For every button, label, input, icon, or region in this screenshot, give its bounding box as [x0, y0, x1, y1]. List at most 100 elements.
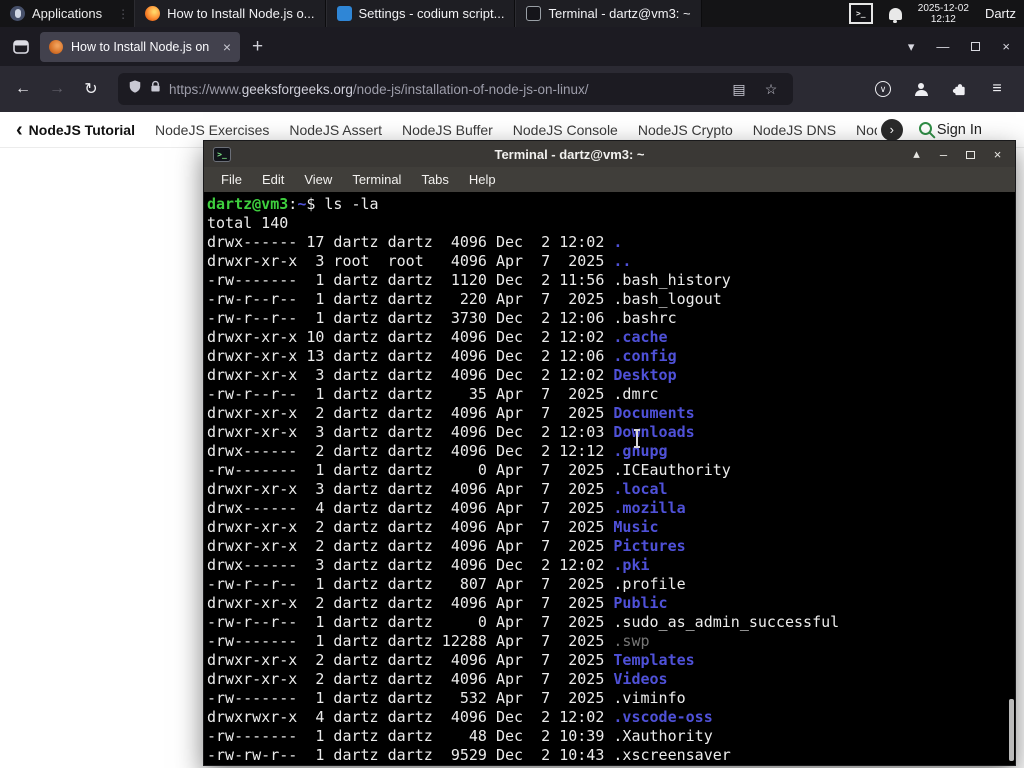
terminal-scrollbar-thumb[interactable]	[1009, 699, 1014, 761]
site-nav-item[interactable]: NodeJS Buffer	[402, 122, 493, 138]
nav-next-circle-icon[interactable]: ›	[880, 118, 903, 141]
tab-close-icon[interactable]: ×	[221, 39, 231, 55]
file-entry-meta: -rw------- 1 dartz dartz 0 Apr 7 2025	[207, 461, 614, 479]
reload-button[interactable]: ↻	[76, 75, 106, 103]
window-close-button[interactable]: ×	[1002, 39, 1010, 54]
terminal-menu-item[interactable]: Edit	[252, 169, 294, 190]
sign-in-button[interactable]: Sign In	[937, 122, 982, 138]
url-protocol: https://www.	[169, 81, 242, 97]
terminal-menu-item[interactable]: View	[294, 169, 342, 190]
file-entry-name: .local	[613, 480, 668, 498]
clock[interactable]: 2025-12-02 12:12	[918, 3, 969, 25]
terminal-menu-item[interactable]: Help	[459, 169, 506, 190]
file-entry-name: .ICEauthority	[613, 461, 731, 479]
taskbar-window-list: How to Install Node.js o... Settings - c…	[134, 0, 702, 27]
file-entry-meta: -rw------- 1 dartz dartz 532 Apr 7 2025	[207, 689, 614, 707]
terminal-menu-item[interactable]: File	[211, 169, 252, 190]
file-entry-meta: -rw-r--r-- 1 dartz dartz 220 Apr 7 2025	[207, 290, 614, 308]
file-entry-name: .viminfo	[613, 689, 686, 707]
file-entry: -rw-r--r-- 1 dartz dartz 807 Apr 7 2025 …	[207, 575, 1015, 594]
file-entry-name: .vscode-oss	[613, 708, 713, 726]
browser-tab[interactable]: How to Install Node.js on ×	[40, 31, 240, 62]
file-entry: drwxr-xr-x 2 dartz dartz 4096 Apr 7 2025…	[207, 537, 1015, 556]
prompt-command: ls -la	[324, 195, 379, 213]
top-panel: Applications ⋮ How to Install Node.js o.…	[0, 0, 1024, 27]
new-tab-button[interactable]: +	[240, 36, 275, 58]
toolbar-right-icons: ∨ ≡	[868, 75, 1016, 103]
site-nav-item[interactable]: NodeJS Crypto	[638, 122, 733, 138]
site-nav-item[interactable]: NodeJS DNS	[753, 122, 836, 138]
file-entry: -rw-r--r-- 1 dartz dartz 3730 Dec 2 12:0…	[207, 309, 1015, 328]
forward-button[interactable]: →	[42, 75, 72, 103]
file-entry-name: .dmrc	[613, 385, 659, 403]
prompt-colon: :	[288, 195, 298, 213]
prompt-user: dartz@vm3	[207, 195, 289, 213]
account-icon[interactable]	[906, 75, 936, 103]
connection-lock-icon[interactable]	[150, 80, 161, 98]
terminal-total-line: total 140	[207, 214, 289, 232]
taskbar-window-button[interactable]: Settings - codium script...	[325, 0, 516, 27]
taskbar-window-button[interactable]: Terminal - dartz@vm3: ~	[515, 0, 702, 27]
terminal-menu-item[interactable]: Tabs	[411, 169, 458, 190]
file-entry-meta: drwx------ 4 dartz dartz 4096 Apr 7 2025	[207, 499, 614, 517]
firefox-view-icon[interactable]	[8, 34, 34, 60]
site-nav-item[interactable]: Node	[856, 122, 877, 138]
url-domain: geeksforgeeks.org	[241, 81, 353, 97]
file-entry-name: Documents	[613, 404, 695, 422]
file-entry-meta: drwxr-xr-x 3 dartz dartz 4096 Dec 2 12:0…	[207, 366, 614, 384]
extensions-icon[interactable]	[944, 75, 974, 103]
window-minimize-button[interactable]: —	[936, 39, 949, 54]
terminal-shade-button[interactable]: ▴	[908, 146, 925, 162]
window-title: How to Install Node.js o...	[167, 6, 315, 21]
terminal-titlebar[interactable]: >_ Terminal - dartz@vm3: ~ ▴ – ×	[204, 141, 1015, 167]
site-nav-item[interactable]: NodeJS Assert	[289, 122, 382, 138]
file-entry-meta: drwxr-xr-x 2 dartz dartz 4096 Apr 7 2025	[207, 651, 614, 669]
site-nav-items: NodeJS Tutorial NodeJS Exercises NodeJS …	[29, 122, 877, 138]
terminal-close-button[interactable]: ×	[989, 147, 1006, 162]
terminal-menu-item[interactable]: Terminal	[342, 169, 411, 190]
file-entry-meta: drwxr-xr-x 10 dartz dartz 4096 Dec 2 12:…	[207, 328, 614, 346]
user-menu[interactable]: Dartz	[985, 6, 1016, 21]
site-nav-item[interactable]: NodeJS Console	[513, 122, 618, 138]
file-entry: -rw------- 1 dartz dartz 48 Dec 2 10:39 …	[207, 727, 1015, 746]
file-entry-meta: drwxr-xr-x 2 dartz dartz 4096 Apr 7 2025	[207, 404, 614, 422]
search-icon[interactable]	[917, 120, 937, 140]
file-entry: drwx------ 17 dartz dartz 4096 Dec 2 12:…	[207, 233, 1015, 252]
notification-bell-icon[interactable]	[888, 7, 902, 23]
window-maximize-button[interactable]	[971, 39, 981, 54]
file-entry-name: .bashrc	[613, 309, 677, 327]
applications-menu-icon	[10, 6, 25, 21]
terminal-maximize-icon	[966, 150, 975, 159]
reader-mode-icon[interactable]: ▤	[727, 75, 751, 103]
prompt-path: ~	[297, 195, 307, 213]
file-entry-name: Desktop	[613, 366, 677, 384]
file-entry-meta: drwxr-xr-x 3 dartz dartz 4096 Dec 2 12:0…	[207, 423, 614, 441]
applications-menu[interactable]: Applications	[0, 0, 112, 27]
url-bar[interactable]: https://www.geeksforgeeks.org/node-js/in…	[118, 73, 793, 105]
terminal-minimize-button[interactable]: –	[935, 147, 952, 162]
file-entry: drwx------ 2 dartz dartz 4096 Dec 2 12:1…	[207, 442, 1015, 461]
file-entry-meta: -rw-r--r-- 1 dartz dartz 807 Apr 7 2025	[207, 575, 614, 593]
file-entry-name: Music	[613, 518, 659, 536]
list-tabs-icon[interactable]: ▾	[908, 39, 915, 55]
person-icon	[914, 82, 928, 96]
tracking-protection-shield-icon[interactable]	[128, 79, 142, 99]
file-entry-name: Templates	[613, 651, 695, 669]
file-entry-name: Public	[613, 594, 668, 612]
nav-back-chevron-icon[interactable]: ‹	[16, 120, 23, 140]
terminal-maximize-button[interactable]	[962, 147, 979, 162]
terminal-output[interactable]: dartz@vm3:~$ ls -la total 140 drwx------…	[204, 192, 1015, 765]
pocket-icon[interactable]: ∨	[868, 75, 898, 103]
file-entry-meta: -rw-r--r-- 1 dartz dartz 35 Apr 7 2025	[207, 385, 614, 403]
site-nav-item[interactable]: NodeJS Exercises	[155, 122, 269, 138]
file-entry-meta: drwxr-xr-x 2 dartz dartz 4096 Apr 7 2025	[207, 537, 614, 555]
site-nav-item[interactable]: NodeJS Tutorial	[29, 122, 135, 138]
taskbar-window-button[interactable]: How to Install Node.js o...	[134, 0, 326, 27]
bookmark-star-icon[interactable]: ☆	[759, 75, 783, 103]
file-entry-name: .	[613, 233, 623, 251]
menu-hamburger-icon[interactable]: ≡	[982, 75, 1012, 103]
tray-terminal-icon[interactable]: >_	[848, 3, 873, 24]
back-button[interactable]: ←	[8, 75, 38, 103]
file-entry-meta: drwxr-xr-x 2 dartz dartz 4096 Apr 7 2025	[207, 518, 614, 536]
clock-time: 12:12	[930, 13, 956, 25]
